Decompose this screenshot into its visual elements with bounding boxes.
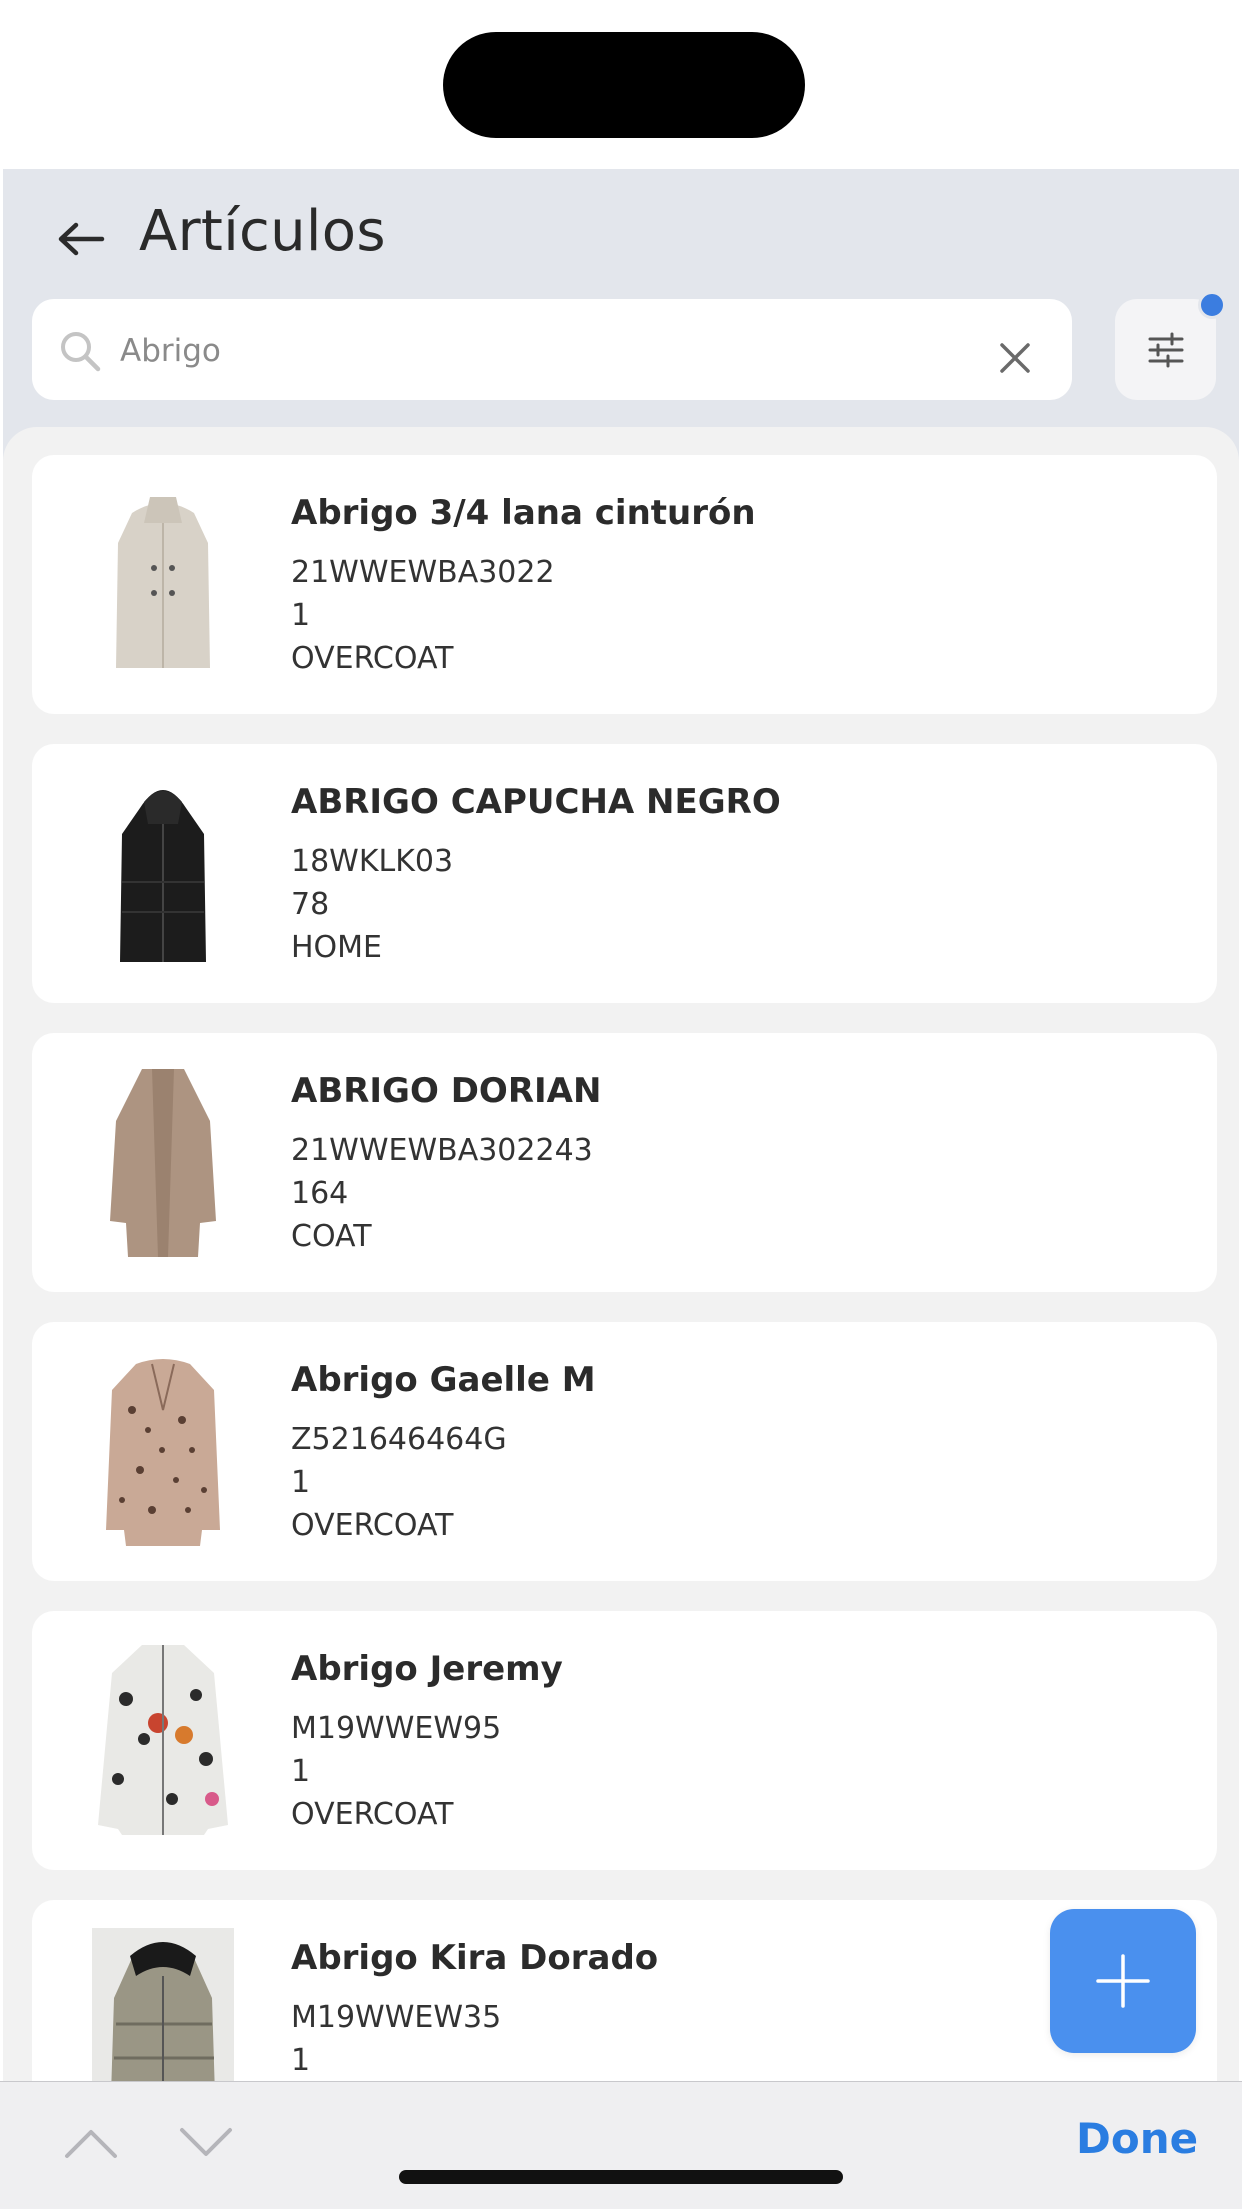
filter-button[interactable] bbox=[1115, 291, 1226, 400]
page-title: Artículos bbox=[139, 199, 386, 264]
item-code: 18WKLK03 bbox=[291, 844, 454, 879]
item-name: ABRIGO CAPUCHA NEGRO bbox=[291, 782, 781, 822]
item-code: Z521646464G bbox=[291, 1422, 507, 1457]
list-item[interactable]: ABRIGO CAPUCHA NEGRO 18WKLK03 78 HOME bbox=[32, 744, 1217, 1003]
item-name: Abrigo Jeremy bbox=[291, 1649, 563, 1689]
item-code: M19WWEW95 bbox=[291, 1711, 502, 1746]
home-indicator bbox=[399, 2170, 843, 2184]
item-name: Abrigo 3/4 lana cinturón bbox=[291, 493, 756, 533]
keyboard-toolbar: Done bbox=[0, 2081, 1242, 2209]
list-item[interactable]: Abrigo Jeremy M19WWEW95 1 OVERCOAT bbox=[32, 1611, 1217, 1870]
blazer-leopard-thumbnail bbox=[106, 1359, 220, 1546]
item-name: Abrigo Kira Dorado bbox=[291, 1938, 659, 1978]
item-quantity: 1 bbox=[291, 2043, 311, 2078]
item-code: M19WWEW35 bbox=[291, 2000, 502, 2035]
item-category: OVERCOAT bbox=[291, 1508, 454, 1543]
articles-list[interactable]: Abrigo 3/4 lana cinturón 21WWEWBA3022 1 … bbox=[3, 427, 1239, 2081]
filter-badge bbox=[1198, 291, 1226, 319]
chevron-up-icon[interactable] bbox=[63, 2124, 119, 2160]
search-input[interactable] bbox=[118, 299, 992, 402]
done-button[interactable]: Done bbox=[1076, 2114, 1198, 2163]
item-quantity: 78 bbox=[291, 887, 330, 922]
item-code: 21WWEWBA3022 bbox=[291, 555, 555, 590]
list-item[interactable]: Abrigo 3/4 lana cinturón 21WWEWBA3022 1 … bbox=[32, 455, 1217, 714]
jacket-print-thumbnail bbox=[98, 1645, 228, 1835]
item-category: OVERCOAT bbox=[291, 641, 454, 676]
search-icon bbox=[61, 332, 101, 372]
item-category: OVERCOAT bbox=[291, 1797, 454, 1832]
item-category: COAT bbox=[291, 1219, 372, 1254]
coat-beige-thumbnail bbox=[116, 497, 210, 668]
item-quantity: 1 bbox=[291, 598, 311, 633]
item-quantity: 164 bbox=[291, 1176, 349, 1211]
sliders-icon bbox=[1148, 332, 1183, 367]
chevron-down-icon[interactable] bbox=[178, 2124, 234, 2160]
close-icon[interactable] bbox=[998, 341, 1032, 375]
list-item[interactable]: ABRIGO DORIAN 21WWEWBA302243 164 COAT bbox=[32, 1033, 1217, 1292]
list-item[interactable]: Abrigo Kira Dorado M19WWEW35 1 bbox=[32, 1900, 1217, 2081]
puffer-gold-thumbnail bbox=[92, 1928, 234, 2081]
item-name: Abrigo Gaelle M bbox=[291, 1360, 596, 1400]
coat-camel-long-thumbnail bbox=[110, 1069, 216, 1257]
list-item[interactable]: Abrigo Gaelle M Z521646464G 1 OVERCOAT bbox=[32, 1322, 1217, 1581]
add-article-button[interactable] bbox=[1050, 1909, 1196, 2053]
item-code: 21WWEWBA302243 bbox=[291, 1133, 593, 1168]
item-category: HOME bbox=[291, 930, 383, 965]
coat-black-hood-thumbnail bbox=[120, 790, 206, 962]
dynamic-island bbox=[443, 32, 805, 138]
arrow-left-icon bbox=[58, 222, 105, 256]
plus-icon bbox=[1096, 1954, 1150, 2008]
item-quantity: 1 bbox=[291, 1465, 311, 1500]
search-bar bbox=[32, 299, 1072, 402]
app-screen: Artículos Abrigo Abrigo 3/4 lana cinturó… bbox=[3, 169, 1239, 2081]
item-name: ABRIGO DORIAN bbox=[291, 1071, 602, 1111]
item-quantity: 1 bbox=[291, 1754, 311, 1789]
back-button[interactable] bbox=[51, 209, 111, 269]
